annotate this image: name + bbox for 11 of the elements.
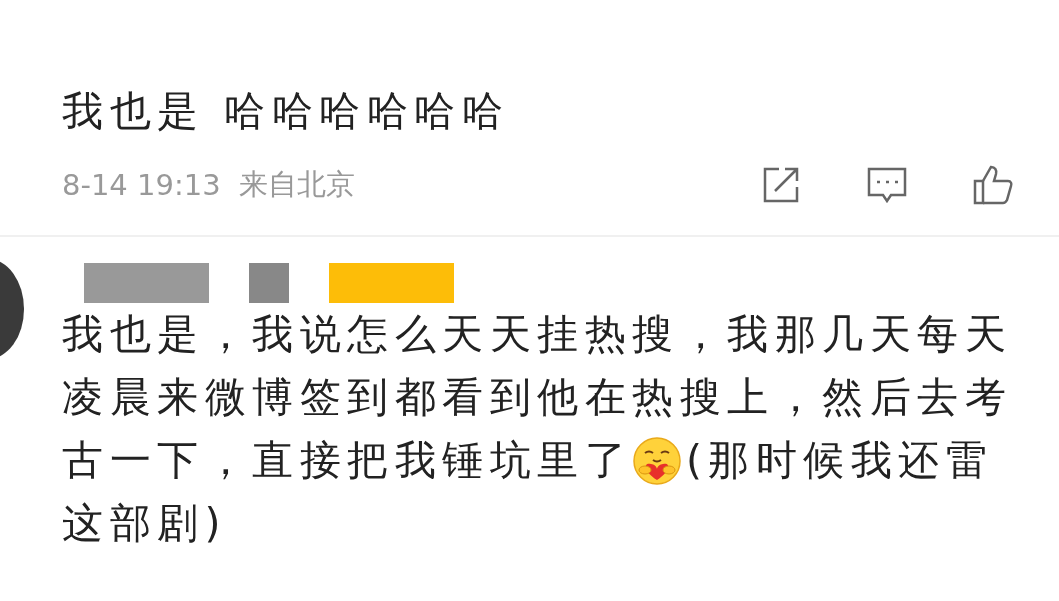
comment-text: 这部剧) [62,498,227,549]
comment-time: 8-14 19:13 [62,168,221,202]
comment-location: 来自北京 [238,166,355,203]
hug-emoji-icon [632,435,682,486]
comment-text: 凌晨来微博签到都看到他在热搜上，然后去考 [62,372,1012,423]
comment-text: (那时候我还雷 [686,435,994,486]
comment-text: 古一下，直接把我锤坑里了 [62,435,632,486]
redaction-block [249,263,289,303]
comment-text: 我也是 哈哈哈哈哈哈 [62,86,510,137]
comment-text: 我也是，我说怎么天天挂热搜，我那几天每天 [62,309,1012,360]
like-icon[interactable] [971,163,1015,207]
